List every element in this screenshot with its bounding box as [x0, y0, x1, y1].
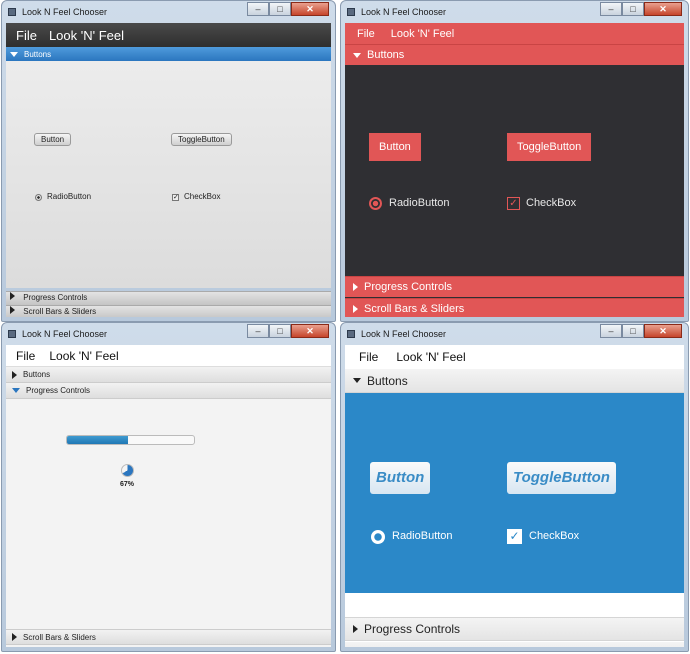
- button[interactable]: Button: [369, 133, 421, 161]
- progress-indicator: [121, 464, 134, 477]
- menu-file[interactable]: File: [16, 28, 37, 43]
- minimize-button[interactable]: –: [600, 2, 622, 16]
- menu-bar: File Look 'N' Feel: [345, 345, 684, 369]
- maximize-button[interactable]: □: [622, 324, 644, 338]
- pane-buttons-header[interactable]: Buttons: [6, 367, 331, 383]
- collapsed-arrow-icon: [353, 305, 358, 313]
- pane-progress-label: Progress Controls: [26, 386, 91, 395]
- progress-indicator-label: 67%: [120, 481, 135, 488]
- close-button[interactable]: ✕: [291, 324, 329, 338]
- checkbox-indicator[interactable]: ✓: [507, 529, 522, 544]
- progress-bar-fill: [67, 436, 128, 444]
- checkbox-label[interactable]: CheckBox: [184, 192, 220, 201]
- pane-progress-label: Progress Controls: [23, 293, 88, 302]
- button[interactable]: Button: [34, 133, 72, 146]
- pane-progress-header[interactable]: Progress Controls: [345, 276, 684, 297]
- pane-buttons-header[interactable]: Buttons: [345, 369, 684, 393]
- menu-look-n-feel[interactable]: Look 'N' Feel: [49, 28, 124, 43]
- pane-scroll-label: Scroll Bars & Sliders: [23, 307, 97, 316]
- pane-buttons-label: Buttons: [23, 370, 51, 379]
- collapsed-arrow-icon: [10, 292, 15, 300]
- radio-button-indicator[interactable]: [35, 194, 42, 201]
- close-button[interactable]: ✕: [291, 2, 329, 16]
- toggle-button[interactable]: ToggleButton: [507, 133, 592, 161]
- collapsed-arrow-icon: [10, 306, 15, 314]
- close-button[interactable]: ✕: [644, 324, 682, 338]
- pane-scroll-header[interactable]: Scroll Bars & Sliders: [345, 298, 684, 317]
- close-button[interactable]: ✕: [644, 2, 682, 16]
- menu-look-n-feel[interactable]: Look 'N' Feel: [49, 349, 118, 363]
- pane-progress-label: Progress Controls: [364, 281, 453, 293]
- pane-buttons-label: Buttons: [24, 49, 52, 59]
- pane-progress-label: Progress Controls: [364, 622, 461, 636]
- window-title: Look N Feel Chooser: [361, 7, 447, 17]
- checkbox-label[interactable]: CheckBox: [529, 530, 579, 542]
- radio-button-label[interactable]: RadioButton: [392, 530, 453, 542]
- title-bar[interactable]: Look N Feel Chooser – □ ✕: [2, 1, 335, 23]
- expanded-arrow-icon: [12, 388, 20, 393]
- expanded-arrow-icon: [10, 51, 18, 57]
- window-title: Look N Feel Chooser: [22, 7, 108, 17]
- minimize-button[interactable]: –: [247, 324, 269, 338]
- maximize-button[interactable]: □: [269, 324, 291, 338]
- title-bar[interactable]: Look N Feel Chooser – □ ✕: [341, 323, 688, 345]
- checkbox-label[interactable]: CheckBox: [526, 197, 576, 209]
- pane-scroll-header[interactable]: Scroll Bars & Sliders: [345, 642, 684, 647]
- radio-button-indicator[interactable]: [369, 197, 382, 210]
- window-flat-red: Look N Feel Chooser – □ ✕ File Look 'N' …: [340, 0, 689, 322]
- window-title: Look N Feel Chooser: [361, 329, 447, 339]
- pane-buttons-label: Buttons: [367, 49, 405, 61]
- pane-scroll-label: Scroll Bars & Sliders: [364, 647, 473, 648]
- menu-file[interactable]: File: [16, 349, 35, 363]
- pane-buttons-header[interactable]: Buttons: [345, 44, 684, 65]
- pane-scroll-header[interactable]: Scroll Bars & Sliders: [6, 305, 331, 317]
- menu-look-n-feel[interactable]: Look 'N' Feel: [396, 350, 465, 364]
- pane-scroll-label: Scroll Bars & Sliders: [23, 632, 96, 642]
- collapsed-arrow-icon: [12, 633, 17, 641]
- maximize-button[interactable]: □: [269, 2, 291, 16]
- window-flat-blue: Look N Feel Chooser – □ ✕ File Look 'N' …: [340, 322, 689, 652]
- pane-progress-header[interactable]: Progress Controls: [6, 291, 331, 305]
- expanded-arrow-icon: [353, 378, 361, 383]
- minimize-button[interactable]: –: [247, 2, 269, 16]
- checkbox-indicator[interactable]: ✓: [172, 194, 179, 201]
- progress-bar: [66, 435, 195, 445]
- window-modena: Look N Feel Chooser – □ ✕ File Look 'N' …: [1, 0, 336, 322]
- toggle-button[interactable]: ToggleButton: [171, 133, 232, 146]
- button[interactable]: Button: [370, 462, 431, 494]
- collapsed-arrow-icon: [12, 370, 17, 379]
- radio-button-label[interactable]: RadioButton: [47, 192, 91, 201]
- collapsed-arrow-icon: [353, 625, 358, 633]
- menu-file[interactable]: File: [357, 28, 375, 40]
- minimize-button[interactable]: –: [600, 324, 622, 338]
- menu-look-n-feel[interactable]: Look 'N' Feel: [391, 28, 455, 40]
- pane-scroll-label: Scroll Bars & Sliders: [364, 303, 465, 315]
- app-icon: [347, 8, 355, 16]
- menu-bar: File Look 'N' Feel: [6, 345, 331, 367]
- pane-buttons-content: Button ToggleButton RadioButton ✓ CheckB…: [6, 61, 331, 288]
- radio-button-indicator[interactable]: [371, 530, 385, 544]
- app-icon: [347, 330, 355, 338]
- toggle-button[interactable]: ToggleButton: [507, 462, 616, 494]
- menu-bar: File Look 'N' Feel: [345, 23, 684, 44]
- app-icon: [8, 330, 16, 338]
- pane-buttons-header[interactable]: Buttons: [6, 47, 331, 61]
- app-icon: [8, 8, 16, 16]
- collapsed-arrow-icon: [353, 283, 358, 291]
- pane-buttons-content: Button ToggleButton RadioButton ✓ CheckB…: [345, 393, 684, 593]
- radio-button-label[interactable]: RadioButton: [389, 197, 450, 209]
- menu-file[interactable]: File: [359, 350, 378, 364]
- title-bar[interactable]: Look N Feel Chooser – □ ✕: [341, 1, 688, 23]
- window-title: Look N Feel Chooser: [22, 329, 108, 339]
- pane-buttons-label: Buttons: [367, 373, 408, 388]
- pane-progress-header[interactable]: Progress Controls: [345, 617, 684, 641]
- expanded-arrow-icon: [353, 52, 361, 58]
- window-progress: Look N Feel Chooser – □ ✕ File Look 'N' …: [1, 322, 336, 652]
- checkbox-indicator[interactable]: ✓: [507, 197, 520, 210]
- pane-scroll-header[interactable]: Scroll Bars & Sliders: [6, 629, 331, 645]
- maximize-button[interactable]: □: [622, 2, 644, 16]
- title-bar[interactable]: Look N Feel Chooser – □ ✕: [2, 323, 335, 345]
- menu-bar: File Look 'N' Feel: [6, 23, 331, 47]
- pane-progress-header[interactable]: Progress Controls: [6, 383, 331, 399]
